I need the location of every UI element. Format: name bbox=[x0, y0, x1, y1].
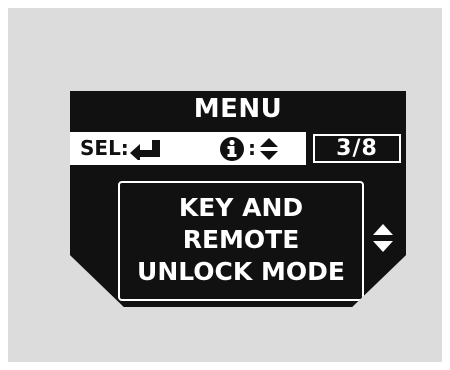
up-down-arrows-icon bbox=[373, 224, 393, 252]
enter-return-icon bbox=[130, 140, 160, 160]
menu-title: MENU bbox=[193, 94, 283, 124]
info-icon bbox=[220, 137, 244, 161]
page-counter-box: 3/8 bbox=[313, 134, 401, 163]
info-separator: : bbox=[248, 136, 256, 160]
info-display-screen: MENU SEL: : 3/8 KEY AND REMOTE UNLOCK MO… bbox=[70, 91, 406, 307]
page-counter: 3/8 bbox=[336, 136, 378, 161]
status-bar: SEL: : 3/8 bbox=[70, 132, 406, 165]
up-down-arrows-icon bbox=[260, 138, 278, 160]
option-label-line: UNLOCK MODE bbox=[137, 257, 345, 286]
menu-option-box: KEY AND REMOTE UNLOCK MODE bbox=[118, 181, 364, 301]
option-label-line: KEY AND bbox=[178, 193, 304, 222]
option-label-line: REMOTE bbox=[182, 225, 300, 254]
figure-panel: MENU SEL: : 3/8 KEY AND REMOTE UNLOCK MO… bbox=[8, 8, 442, 362]
select-label: SEL: bbox=[80, 136, 129, 160]
